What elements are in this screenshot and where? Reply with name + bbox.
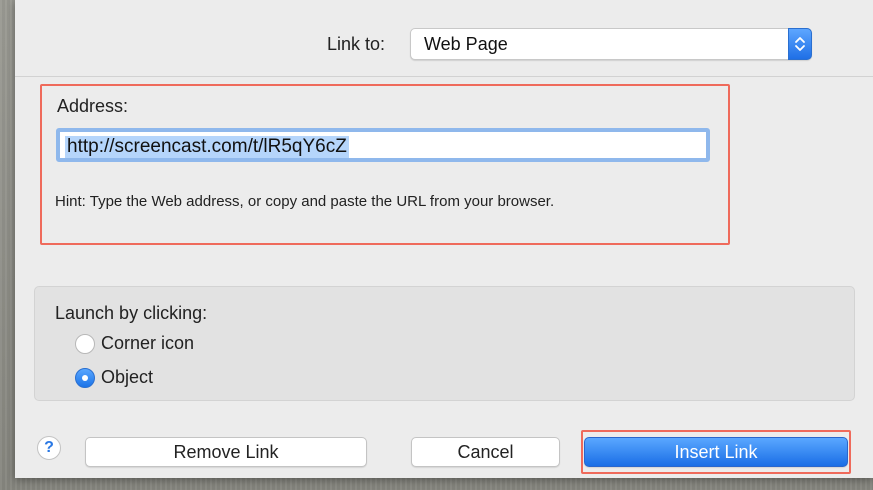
radio-label: Corner icon	[101, 333, 195, 353]
launch-section: Launch by clicking: Corner icon Object	[34, 286, 855, 401]
cancel-button[interactable]: Cancel	[411, 437, 560, 467]
divider	[15, 76, 873, 77]
insert-link-dialog: Link to: Web Page Address: http://screen…	[15, 0, 873, 478]
link-to-label: Link to:	[327, 34, 386, 54]
launch-label: Launch by clicking:	[55, 303, 208, 323]
address-value: http://screencast.com/t/lR5qY6cZ	[65, 136, 349, 158]
address-input[interactable]: http://screencast.com/t/lR5qY6cZ	[56, 128, 710, 162]
radio-button-selected[interactable]	[75, 368, 95, 388]
radio-button[interactable]	[75, 334, 95, 354]
radio-label: Object	[101, 367, 154, 387]
help-icon[interactable]: ?	[37, 436, 61, 460]
link-to-selected-value: Web Page	[424, 34, 508, 54]
chevron-up-down-icon[interactable]	[788, 28, 812, 60]
remove-link-button[interactable]: Remove Link	[85, 437, 367, 467]
link-to-popup[interactable]: Web Page	[410, 28, 812, 60]
address-hint: Hint: Type the Web address, or copy and …	[55, 193, 555, 210]
link-to-row: Link to: Web Page	[15, 28, 873, 60]
address-section: Address: http://screencast.com/t/lR5qY6c…	[40, 84, 730, 245]
insert-link-button[interactable]: Insert Link	[584, 437, 848, 467]
address-label: Address:	[57, 96, 129, 116]
